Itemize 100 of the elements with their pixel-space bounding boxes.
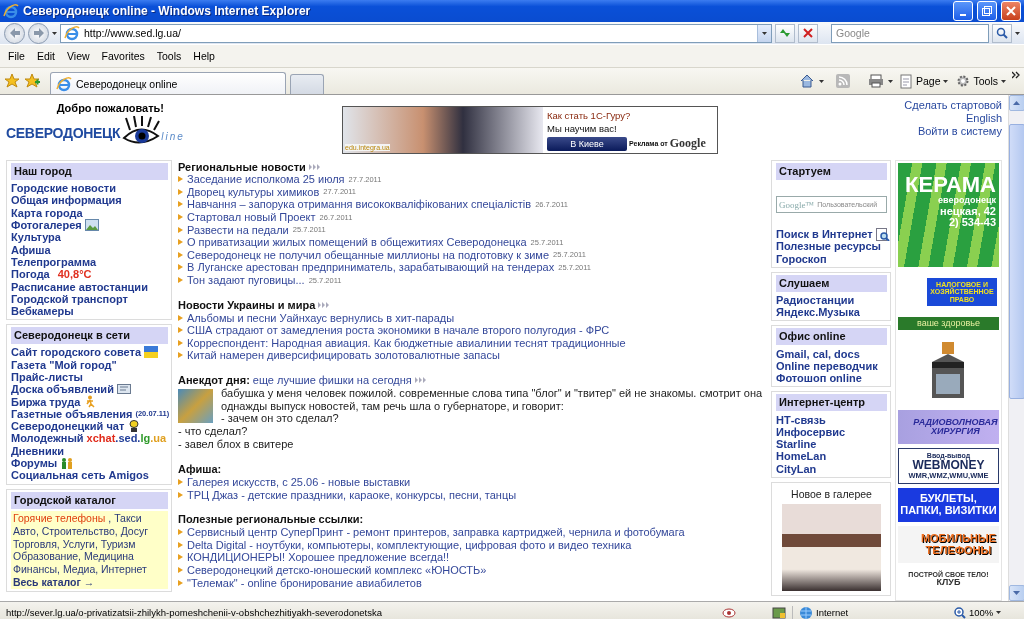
news-link[interactable]: Галерея искусств, с 25.06 - новые выставки: [187, 476, 411, 488]
sidebar-link[interactable]: Дневники: [11, 444, 65, 457]
close-button[interactable]: [1001, 1, 1021, 21]
header-link[interactable]: English: [965, 112, 1002, 124]
scroll-down-button[interactable]: [1008, 585, 1024, 601]
sidebar-link[interactable]: Яндекс.Музыка: [776, 306, 860, 319]
news-link[interactable]: Delta Digital - ноутбуки, компьютеры, комплектующие, цифровая фото и видео техника: [187, 538, 632, 551]
sidebar-link[interactable]: Газетные объявления: [11, 407, 133, 420]
sidebar-link[interactable]: Карта города: [11, 206, 83, 219]
news-link[interactable]: Сервисный центр СуперПринт - ремонт принтеров, заправка картриджей, чернила и фотобумага: [187, 526, 685, 539]
star-icon[interactable]: [4, 73, 20, 89]
sidebar-link[interactable]: Гороскоп: [776, 252, 827, 265]
print-banner[interactable]: БУКЛЕТЫ, ПАПКИ, ВИЗИТКИ: [898, 488, 999, 522]
anecdote-link[interactable]: еще лучшие фишки на сегодня: [252, 374, 412, 387]
menu-item[interactable]: Help: [187, 48, 221, 64]
news-link[interactable]: Заседание исполкома 25 июля: [187, 173, 345, 186]
news-link[interactable]: КОНДИЦИОНЕРЫ! Хорошее предложение всегда!!: [187, 551, 450, 564]
dropdown-caret-icon[interactable]: [52, 31, 57, 35]
refresh-button[interactable]: [775, 23, 795, 43]
catalog-link[interactable]: Образование, Медицина: [13, 550, 134, 563]
news-link[interactable]: Развести на педали: [187, 223, 289, 236]
catalog-link[interactable]: Финансы, Медиа, Интернет: [13, 563, 147, 576]
menu-item[interactable]: View: [61, 48, 96, 64]
news-link[interactable]: Дворец культуры химиков: [187, 185, 320, 198]
sidebar-link[interactable]: Прайс-листы: [11, 371, 83, 383]
header-link[interactable]: Сделать стартовой: [904, 99, 1002, 111]
ad-button[interactable]: В Киеве: [547, 136, 627, 151]
browser-tab[interactable]: Северодонецк online: [50, 72, 286, 94]
search-field[interactable]: Google: [831, 23, 989, 43]
address-dropdown-button[interactable]: [757, 24, 771, 42]
page-menu-button[interactable]: Page: [896, 73, 951, 89]
sidebar-link[interactable]: Общая информация: [11, 194, 122, 207]
sidebar-link[interactable]: Расписание автостанции: [11, 280, 148, 293]
news-link[interactable]: Северодонецк не получил обещанные миллионы на подготовку к зиме: [187, 248, 550, 261]
sidebar-link[interactable]: Молодежный: [11, 432, 84, 445]
sidebar-link[interactable]: Афиша: [11, 243, 51, 256]
home-icon[interactable]: [798, 73, 815, 89]
sidebar-link[interactable]: Фотогалерея: [11, 219, 82, 232]
sidebar-link[interactable]: Gmail, cal, docs: [776, 347, 860, 360]
sidebar-link[interactable]: Телепрограмма: [11, 255, 96, 268]
news-link[interactable]: О приватизации жилых помещений в общежитиях Северодонецка: [187, 236, 527, 249]
zoom-button[interactable]: 100%: [948, 605, 1018, 619]
news-link[interactable]: "Телемак" - online бронирование авиабилетов: [187, 576, 422, 589]
sidebar-link[interactable]: Полезные ресурсы: [776, 240, 881, 253]
sidebar-link[interactable]: Радиостанции: [776, 294, 855, 307]
sidebar-link[interactable]: Starline: [776, 438, 817, 451]
sidebar-link[interactable]: Биржа труда: [11, 395, 81, 408]
catalog-link[interactable]: , Такси: [108, 511, 142, 524]
sidebar-link[interactable]: Погода: [11, 268, 50, 281]
sidebar-link[interactable]: Сайт городского совета: [11, 346, 142, 359]
news-link[interactable]: Стартовал новый Проект: [187, 211, 316, 224]
news-link[interactable]: Альбомы и песни Уайнхаус вернулись в хит-парады: [187, 311, 455, 324]
address-field[interactable]: http://www.sed.lg.ua/: [60, 23, 772, 43]
privacy-eye-icon[interactable]: [722, 605, 736, 619]
news-link[interactable]: Китай намерен диверсифицировать золотовалютные запасы: [187, 349, 500, 362]
more-chevron-icon[interactable]: [1012, 71, 1020, 79]
chat-address-link[interactable]: xchat.sed.lg.ua: [86, 432, 167, 445]
all-catalog-link[interactable]: Весь каталог →: [13, 575, 95, 588]
sidebar-link[interactable]: Доска объявлений: [11, 383, 114, 396]
sidebar-link[interactable]: Инфосервис: [776, 425, 846, 438]
header-link[interactable]: Войти в систему: [917, 125, 1002, 137]
vertical-scrollbar[interactable]: [1008, 95, 1024, 601]
news-link[interactable]: В Луганске арестован предприниматель, зарабатывающий на тендерах: [187, 261, 555, 274]
tools-menu-button[interactable]: Tools: [954, 73, 1008, 89]
search-button[interactable]: [992, 23, 1012, 43]
dropdown-caret-icon[interactable]: [887, 79, 893, 83]
menu-item[interactable]: File: [2, 48, 31, 64]
menu-item[interactable]: Tools: [150, 48, 188, 64]
news-link[interactable]: Северодонецкий детско-юношеский комплекс «ЮНОСТЬ»: [187, 563, 487, 576]
sidebar-link[interactable]: Поиск в Интернет: [776, 228, 873, 241]
sidebar-link[interactable]: Социальная сеть Amigos: [11, 469, 149, 482]
sidebar-link[interactable]: CityLan: [776, 462, 817, 475]
dropdown-caret-icon[interactable]: [818, 79, 824, 83]
sidebar-link[interactable]: Газета "Мой город": [11, 358, 117, 371]
health-banner[interactable]: ваше здоровье: [898, 317, 999, 330]
sidebar-link[interactable]: Фотошоп online: [776, 372, 862, 385]
catalog-link[interactable]: Авто, Строительство, Досуг: [13, 524, 149, 537]
surgery-banner[interactable]: РАДИОВОЛНОВАЯ ХИРУРГИЯ: [898, 410, 999, 444]
stop-button[interactable]: [798, 23, 818, 43]
logo-text[interactable]: СЕВЕРОДОНЕЦК: [6, 125, 121, 141]
sidebar-link[interactable]: Культура: [11, 231, 61, 244]
sidebar-link[interactable]: HomeLan: [776, 450, 827, 463]
news-link[interactable]: Тон задают пуговицы...: [187, 274, 305, 287]
add-favorite-icon[interactable]: [24, 73, 40, 89]
news-link[interactable]: Навчання – запорука отримання висококваліфікованих спеціалістів: [187, 198, 532, 211]
maximize-button[interactable]: [977, 1, 997, 21]
sidebar-link[interactable]: Городские новости: [11, 182, 116, 195]
catalog-link[interactable]: Горячие телефоны: [13, 511, 106, 524]
sidebar-link[interactable]: Северодонецкий чат: [11, 420, 125, 433]
dropdown-caret-icon[interactable]: [1015, 31, 1020, 35]
scroll-thumb[interactable]: [1008, 124, 1024, 399]
back-button[interactable]: [4, 22, 25, 44]
minimize-button[interactable]: [953, 1, 973, 21]
news-link[interactable]: Корреспондент: Народная авиация. Как бюджетные авиалинии теснят традиционные: [187, 336, 626, 349]
menu-item[interactable]: Favorites: [95, 48, 151, 64]
news-link[interactable]: ТРЦ Джаз - детские праздники, караоке, конкурсы, песни, танцы: [187, 488, 517, 501]
catalog-link[interactable]: Торговля, Услуги, Туризм: [13, 537, 136, 550]
sidebar-link[interactable]: Online переводчик: [776, 359, 878, 372]
scroll-up-button[interactable]: [1008, 95, 1024, 111]
news-link[interactable]: США страдают от замедления роста экономики в начале второго полугодия - ФРС: [187, 324, 610, 337]
